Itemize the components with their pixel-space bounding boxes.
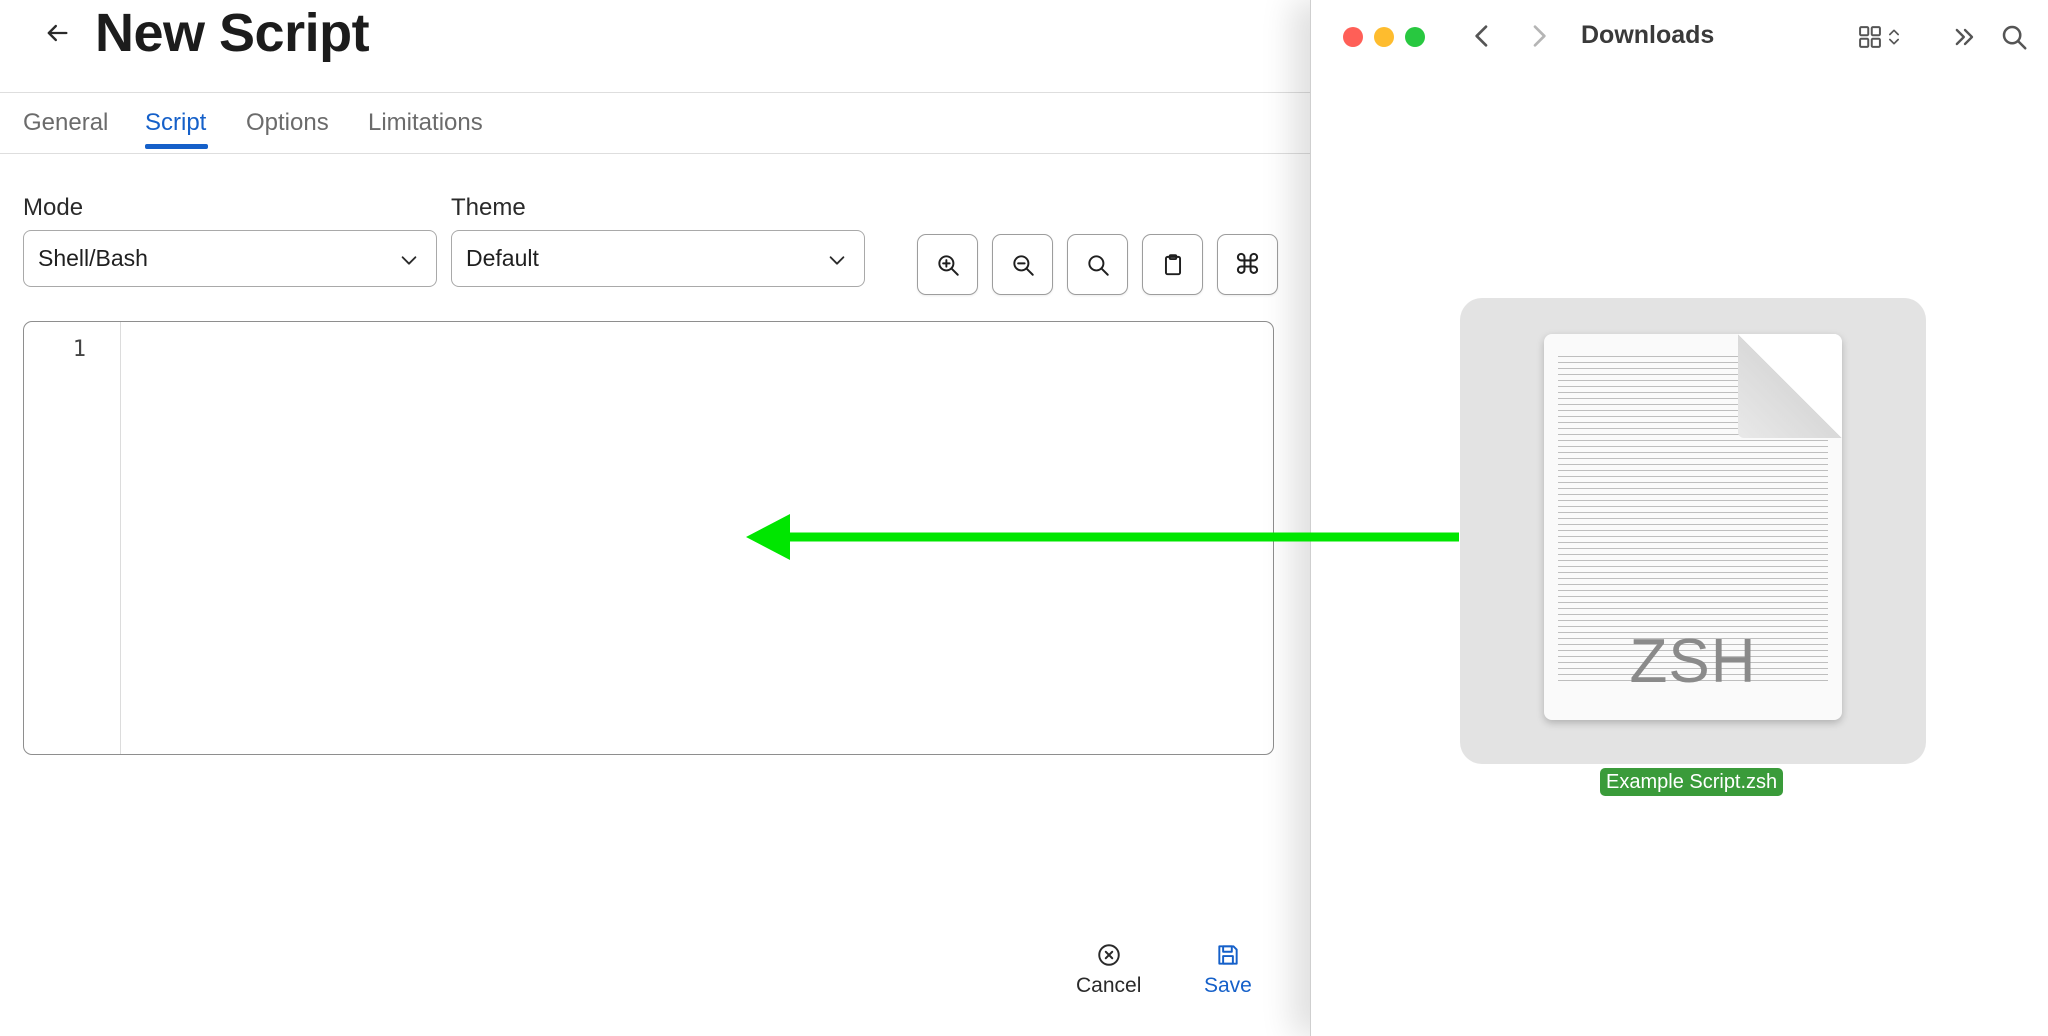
zoom-in-icon xyxy=(937,254,959,276)
file-name-label[interactable]: Example Script.zsh xyxy=(1600,768,1784,796)
back-chevron-icon[interactable] xyxy=(1466,20,1498,52)
chevron-down-icon xyxy=(401,256,417,265)
zoom-in-button[interactable] xyxy=(917,234,978,295)
zoom-out-icon xyxy=(1012,254,1034,276)
double-chevron-right-icon xyxy=(1955,28,1974,46)
code-editor[interactable]: 1 xyxy=(23,321,1274,755)
zoom-window-button[interactable] xyxy=(1405,27,1425,47)
minimize-window-button[interactable] xyxy=(1374,27,1394,47)
clipboard-icon xyxy=(1164,253,1181,275)
mode-select-value: Shell/Bash xyxy=(38,245,148,271)
document-page: ZSH xyxy=(1544,334,1842,720)
file-type-label: ZSH xyxy=(1629,627,1757,696)
page-title: New Script xyxy=(95,3,370,63)
document-icon: ZSH xyxy=(1544,334,1842,720)
search-icon xyxy=(1087,254,1109,276)
tab-options[interactable]: Options xyxy=(246,109,329,137)
keyboard-shortcuts-button[interactable]: ⌘ xyxy=(1217,234,1278,295)
file-item[interactable]: ZSH xyxy=(1460,298,1926,764)
cancel-circle-icon xyxy=(1097,944,1120,966)
view-options-button[interactable] xyxy=(1856,20,1904,54)
cancel-label: Cancel xyxy=(1076,974,1142,997)
cancel-button[interactable]: Cancel xyxy=(1076,942,1141,998)
tabs-divider xyxy=(0,153,1310,154)
script-editor-pane: New Script General Script Options Limita… xyxy=(0,0,1310,1036)
grid-view-icon xyxy=(1859,26,1881,48)
folded-corner xyxy=(1738,334,1842,438)
finder-search-button[interactable] xyxy=(1999,20,2029,54)
finder-title: Downloads xyxy=(1581,21,1715,49)
finder-window: Downloads ZSH Example Script.zsh xyxy=(1310,0,2048,1036)
save-label: Save xyxy=(1204,974,1252,997)
mode-select[interactable]: Shell/Bash xyxy=(23,230,437,287)
save-disk-icon xyxy=(1218,945,1238,965)
line-number: 1 xyxy=(72,337,86,362)
search-icon xyxy=(2002,25,2027,50)
more-toolbar-button[interactable] xyxy=(1951,20,1979,54)
line-number-gutter: 1 xyxy=(24,322,121,754)
theme-select-value: Default xyxy=(466,245,539,271)
tab-general[interactable]: General xyxy=(23,109,108,137)
tab-limitations[interactable]: Limitations xyxy=(368,109,483,137)
active-tab-indicator xyxy=(145,144,208,149)
theme-select[interactable]: Default xyxy=(451,230,865,287)
command-icon: ⌘ xyxy=(1233,248,1262,281)
mode-label: Mode xyxy=(23,194,84,221)
save-button[interactable]: Save xyxy=(1204,942,1252,998)
zoom-out-button[interactable] xyxy=(992,234,1053,295)
back-button[interactable] xyxy=(38,14,76,52)
clipboard-button[interactable] xyxy=(1142,234,1203,295)
search-button[interactable] xyxy=(1067,234,1128,295)
theme-label: Theme xyxy=(451,194,526,221)
back-arrow-icon xyxy=(47,24,68,42)
tab-bar: General Script Options Limitations xyxy=(0,93,1310,153)
close-window-button[interactable] xyxy=(1343,27,1363,47)
up-down-chevron-icon xyxy=(1889,29,1899,45)
forward-chevron-icon[interactable] xyxy=(1523,20,1555,52)
tab-script[interactable]: Script xyxy=(145,109,206,137)
chevron-down-icon xyxy=(829,256,845,265)
